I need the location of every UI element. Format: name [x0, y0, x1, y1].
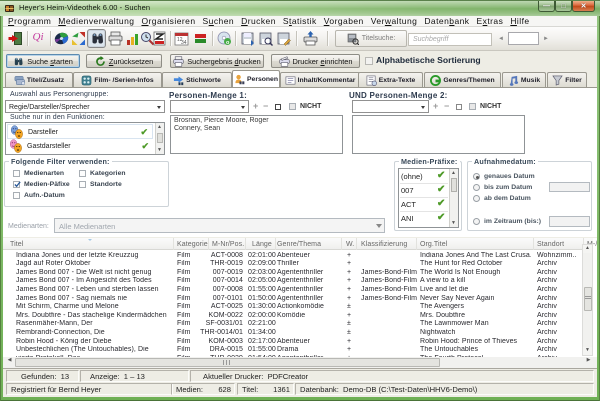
svg-text:34: 34 [181, 40, 187, 46]
